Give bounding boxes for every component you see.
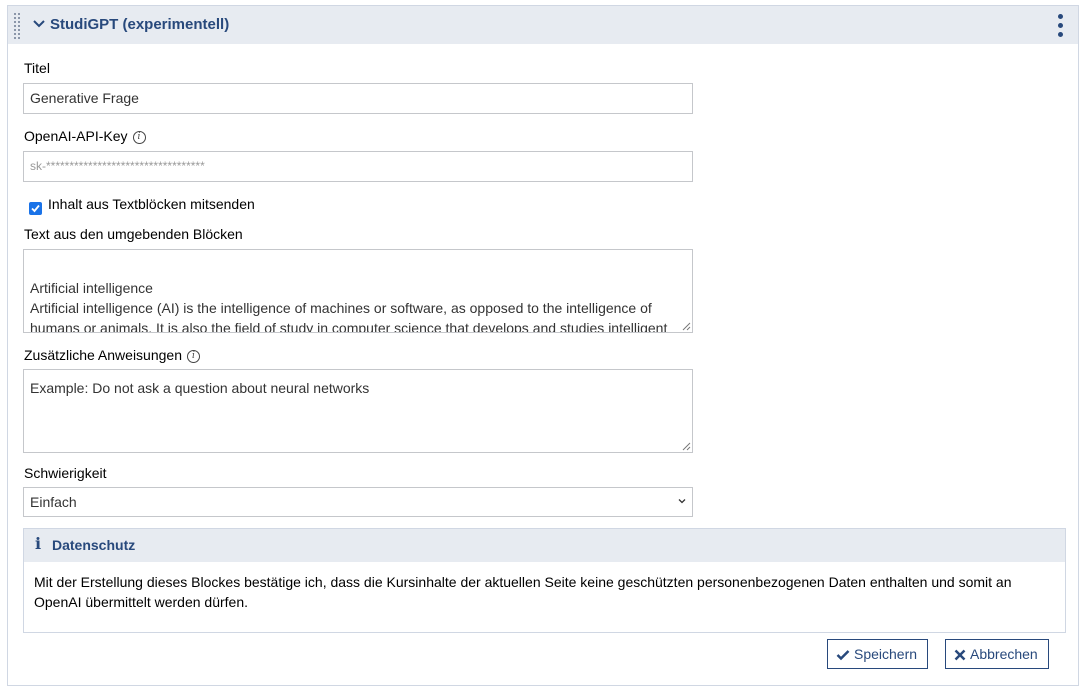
resize-grip-icon[interactable] bbox=[681, 321, 691, 331]
privacy-notice-header: i Datenschutz bbox=[24, 529, 1065, 562]
resize-grip-icon[interactable] bbox=[681, 441, 691, 451]
instructions-label: Zusätzliche Anweisungen i bbox=[24, 347, 200, 363]
check-icon bbox=[836, 650, 850, 661]
privacy-notice-text: Mit der Erstellung dieses Blockes bestät… bbox=[34, 574, 1012, 610]
info-icon: i bbox=[35, 534, 42, 553]
privacy-notice: i Datenschutz Mit der Erstellung dieses … bbox=[23, 528, 1066, 633]
context-label: Text aus den umgebenden Blöcken bbox=[24, 226, 243, 242]
difficulty-label: Schwierigkeit bbox=[24, 465, 107, 481]
drag-handle-icon[interactable] bbox=[13, 13, 23, 39]
block-title: StudiGPT (experimentell) bbox=[50, 16, 230, 33]
instructions-textarea[interactable]: Example: Do not ask a question about neu… bbox=[23, 369, 693, 453]
info-icon[interactable]: i bbox=[132, 131, 146, 144]
save-button[interactable]: Speichern bbox=[827, 639, 929, 669]
difficulty-select[interactable]: Einfach bbox=[23, 487, 693, 517]
send-text-checkbox[interactable] bbox=[29, 202, 42, 215]
title-label: Titel bbox=[24, 60, 50, 76]
block-panel: StudiGPT (experimentell) Titel Generativ… bbox=[7, 5, 1079, 686]
block-header[interactable]: StudiGPT (experimentell) bbox=[8, 6, 1078, 44]
cancel-button[interactable]: Abbrechen bbox=[945, 639, 1049, 669]
more-options-icon[interactable] bbox=[1058, 14, 1064, 38]
title-input[interactable]: Generative Frage bbox=[23, 83, 693, 114]
chevron-down-icon[interactable] bbox=[32, 17, 46, 31]
chevron-down-icon bbox=[678, 499, 686, 504]
close-icon bbox=[954, 649, 966, 661]
apikey-label: OpenAI-API-Key i bbox=[24, 128, 146, 144]
apikey-input[interactable]: sk-********************************** bbox=[23, 151, 693, 182]
privacy-notice-title: Datenschutz bbox=[52, 537, 136, 553]
context-textarea[interactable]: Artificial intelligence Artificial intel… bbox=[23, 249, 693, 333]
info-icon[interactable]: i bbox=[187, 350, 200, 363]
send-text-label: Inhalt aus Textblöcken mitsenden bbox=[48, 196, 255, 212]
